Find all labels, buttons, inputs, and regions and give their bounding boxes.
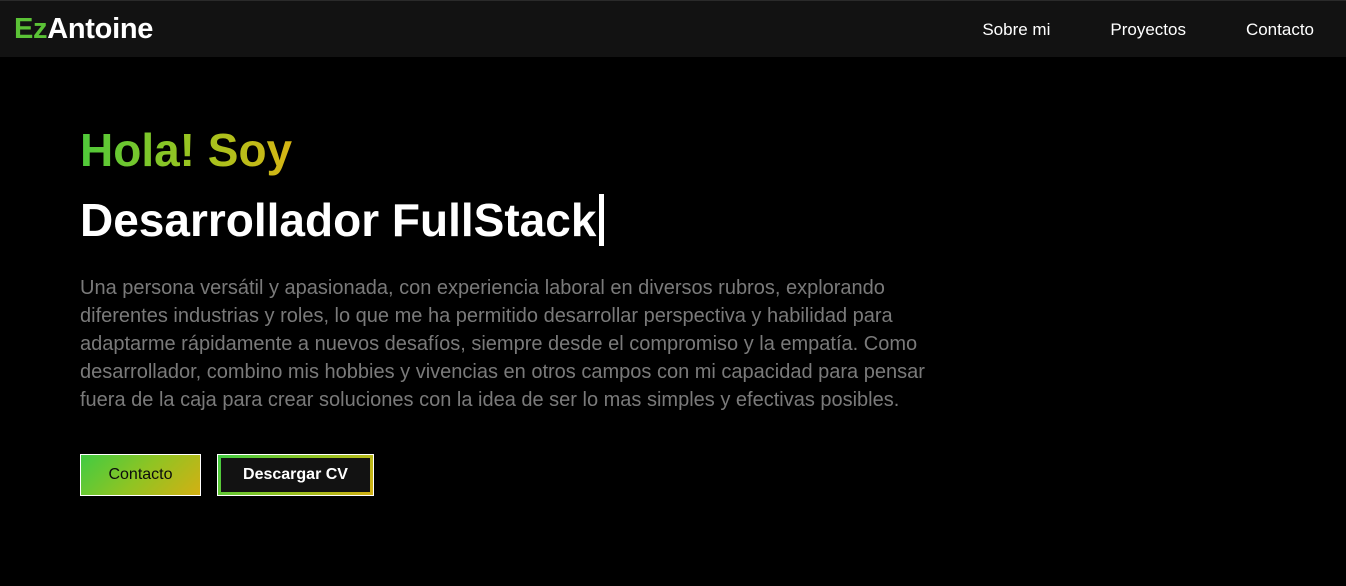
nav-links: Sobre mi Proyectos Contacto <box>982 19 1314 41</box>
download-cv-button[interactable]: Descargar CV <box>217 454 374 496</box>
hero-buttons: Contacto Descargar CV <box>80 454 980 496</box>
nav-item-proyectos[interactable]: Proyectos <box>1110 19 1186 41</box>
logo[interactable]: EzAntoine <box>14 12 153 46</box>
hero-section: Hola! Soy Desarrollador FullStack Una pe… <box>80 122 980 496</box>
typing-cursor <box>599 194 605 246</box>
hero-description: Una persona versátil y apasionada, con e… <box>80 277 925 411</box>
logo-prefix: Ez <box>14 13 48 45</box>
navbar: EzAntoine Sobre mi Proyectos Contacto <box>0 0 1346 57</box>
nav-item-contacto[interactable]: Contacto <box>1246 19 1314 41</box>
contact-button[interactable]: Contacto <box>80 454 201 496</box>
nav-item-sobre-mi[interactable]: Sobre mi <box>982 19 1050 41</box>
hero-role: Desarrollador FullStack <box>80 192 980 248</box>
hero-greeting: Hola! Soy <box>80 124 293 176</box>
logo-name: Antoine <box>47 13 154 45</box>
download-cv-label: Descargar CV <box>221 458 370 492</box>
hero-role-text: Desarrollador FullStack <box>80 194 597 246</box>
